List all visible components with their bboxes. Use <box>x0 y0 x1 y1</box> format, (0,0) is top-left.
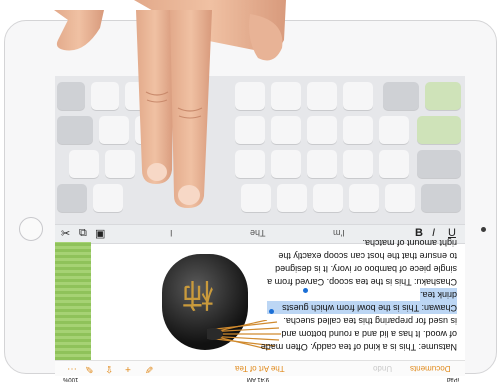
text-line: right amount of matcha. <box>362 238 457 248</box>
battery-label: 100% <box>63 376 79 382</box>
toolbar: ⋯ ✎ ⇪ + ✐ The Art of Tea Undo Documents <box>55 360 465 377</box>
home-button[interactable] <box>19 217 43 241</box>
keyboard-key[interactable] <box>343 82 373 110</box>
add-icon[interactable]: + <box>125 363 131 374</box>
text-line: of wood. It has a lid and a round bottom… <box>281 329 457 339</box>
brush-icon[interactable]: ✐ <box>145 363 153 374</box>
keyboard-key[interactable] <box>379 116 409 144</box>
undo-button[interactable]: Undo <box>373 364 392 373</box>
two-finger-gesture-hand <box>54 0 286 208</box>
keyboard-key[interactable] <box>307 150 337 178</box>
suggestion-1[interactable]: I <box>170 228 173 238</box>
keyboard-key[interactable] <box>343 116 373 144</box>
keyboard-key[interactable] <box>425 82 461 110</box>
text-line: Chashaku: This is the tea scoop. Carved … <box>267 277 457 287</box>
time-label: 9:41 AM <box>247 376 270 382</box>
keyboard-key[interactable] <box>417 150 461 178</box>
selected-text-line: Chawan: This is the bowl from which gues… <box>267 301 457 314</box>
keyboard-key[interactable] <box>313 184 343 212</box>
document-text[interactable]: Natsume: This is a kind of tea caddy. Of… <box>260 236 457 353</box>
copy-icon[interactable]: ⧉ <box>79 227 87 240</box>
suggestion-2[interactable]: The <box>250 228 266 238</box>
keyboard-key[interactable] <box>307 82 337 110</box>
front-camera <box>481 227 486 232</box>
selected-text-line: drink tea. <box>419 288 457 301</box>
keyboard-key[interactable] <box>417 116 461 144</box>
wrench-icon[interactable]: ✎ <box>85 363 93 374</box>
keyboard-key[interactable] <box>385 184 415 212</box>
selection-handle-end[interactable] <box>269 309 274 314</box>
carrier-label: iPad <box>447 376 460 382</box>
keyboard-key[interactable] <box>307 116 337 144</box>
green-mat-image <box>55 242 91 360</box>
keyboard-key[interactable] <box>349 184 379 212</box>
more-icon[interactable]: ⋯ <box>67 363 77 374</box>
share-icon[interactable]: ⇪ <box>105 363 113 374</box>
text-line: single piece of bamboo or ivory. It is d… <box>275 264 457 274</box>
text-line: Natsume: This is a kind of tea caddy. Of… <box>260 342 457 352</box>
keyboard-key[interactable] <box>343 150 373 178</box>
documents-button[interactable]: Documents <box>410 364 450 373</box>
keyboard-key[interactable] <box>379 150 409 178</box>
document-title: The Art of Tea <box>235 364 285 373</box>
keyboard-key[interactable] <box>421 184 461 212</box>
pot-character: 柿 <box>182 276 215 314</box>
text-line: is used for preparing this tea called su… <box>283 316 457 326</box>
cut-icon[interactable]: ✂ <box>61 227 70 240</box>
selection-handle-start[interactable] <box>303 288 308 293</box>
keyboard-key[interactable] <box>383 82 419 110</box>
text-line: to ensure that the host can scoop exactl… <box>278 251 457 261</box>
paste-icon[interactable]: ▣ <box>95 227 105 240</box>
